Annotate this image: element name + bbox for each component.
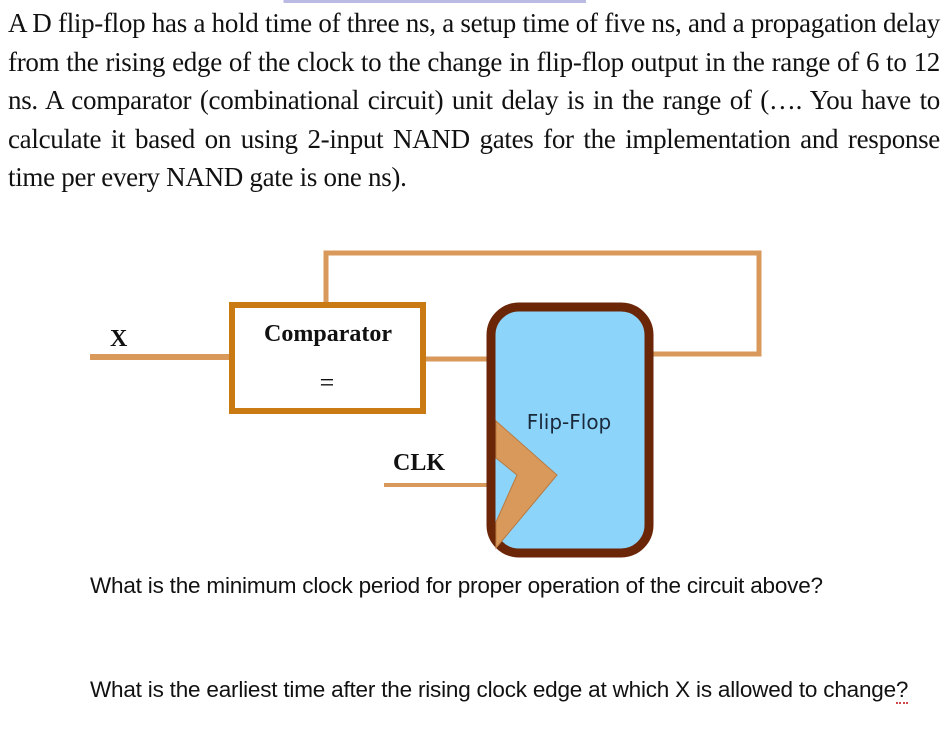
clk-label: CLK: [393, 450, 445, 476]
question-1: What is the minimum clock period for pro…: [90, 573, 823, 598]
x-label: X: [110, 326, 128, 352]
question-2: What is the earliest time after the risi…: [90, 672, 940, 707]
comparator-equals-symbol: =: [320, 368, 335, 397]
question-2-text: What is the earliest time after the risi…: [90, 677, 896, 702]
circuit-diagram: X Comparator = CLK Flip-Flop: [90, 250, 762, 558]
flipflop-label: Flip-Flop: [527, 410, 612, 434]
question-2-end: ?: [895, 677, 909, 704]
comparator-label: Comparator: [264, 321, 392, 347]
